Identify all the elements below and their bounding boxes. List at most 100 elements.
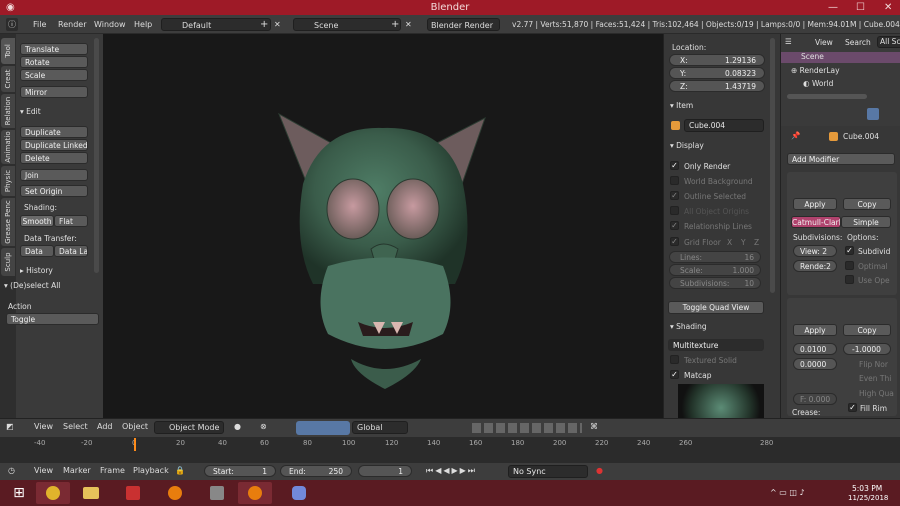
textured-solid-checkbox[interactable]: [670, 355, 679, 364]
solidify-zero-field[interactable]: 0.0000: [793, 358, 837, 370]
menu-render[interactable]: Render: [58, 18, 86, 31]
discord-icon[interactable]: [282, 482, 316, 504]
remove-screen-icon[interactable]: ✕: [274, 18, 281, 31]
translate-button[interactable]: Translate: [20, 43, 88, 55]
editor-type-3d-icon[interactable]: ◩: [6, 422, 14, 431]
render-engine-select[interactable]: Blender Render: [427, 18, 500, 31]
operator-panel-header[interactable]: ▾ (De)select All: [4, 281, 60, 290]
add-modifier-select[interactable]: Add Modifier: [787, 153, 895, 165]
grid-axis-x[interactable]: X: [727, 238, 732, 247]
action-select[interactable]: Toggle: [6, 313, 99, 325]
close-button[interactable]: ✕: [884, 0, 892, 15]
game-app-icon[interactable]: [200, 482, 234, 504]
layer-buttons[interactable]: [472, 423, 582, 433]
start-button[interactable]: ⊞: [2, 482, 36, 504]
grid-lines-field[interactable]: Lines: 16: [669, 251, 761, 263]
timeline-editor-icon[interactable]: ◷: [8, 466, 15, 475]
display-panel-header[interactable]: ▾ Display: [670, 141, 704, 150]
history-panel-header[interactable]: ▸ History: [20, 266, 53, 275]
lock-icon[interactable]: 🔒: [175, 466, 185, 475]
edit-panel-header[interactable]: ▾ Edit: [20, 107, 41, 116]
manipulator-buttons[interactable]: [296, 421, 350, 435]
3d-viewport[interactable]: [103, 34, 663, 418]
fill-rim-checkbox[interactable]: ✓: [848, 403, 857, 412]
copy-subsurf-button[interactable]: Copy: [843, 198, 891, 210]
optimal-display-checkbox[interactable]: [845, 261, 854, 270]
solidify-factor-field[interactable]: F: 0.000: [793, 393, 837, 405]
grid-axis-z[interactable]: Z: [754, 238, 759, 247]
timeline[interactable]: -40 -20 0 20 40 60 80 100 120 140 160 18…: [0, 437, 900, 463]
copy-solidify-button[interactable]: Copy: [843, 324, 891, 336]
outliner-view-menu[interactable]: View: [815, 38, 833, 47]
tab-create[interactable]: Creat: [1, 66, 15, 92]
mirror-button[interactable]: Mirror: [20, 86, 88, 98]
subdivide-uvs-checkbox[interactable]: ✓: [845, 246, 854, 255]
app-icon[interactable]: [116, 482, 150, 504]
all-object-origins-checkbox[interactable]: [670, 206, 679, 215]
data-layout-button[interactable]: Data La: [54, 245, 88, 257]
playback-menu[interactable]: Playback: [133, 466, 169, 475]
outliner-search-menu[interactable]: Search: [845, 38, 871, 47]
current-frame-field[interactable]: 1: [358, 465, 412, 477]
scale-button[interactable]: Scale: [20, 69, 88, 81]
location-z-field[interactable]: Z: 1.43719: [669, 80, 765, 92]
object-menu[interactable]: Object: [122, 422, 148, 431]
orientation-select[interactable]: Global: [352, 421, 408, 434]
matcap-checkbox[interactable]: ✓: [670, 370, 679, 379]
outliner-editor-icon[interactable]: ☰: [785, 37, 792, 46]
maximize-button[interactable]: ☐: [856, 0, 865, 15]
editor-type-icon[interactable]: ⓘ: [6, 18, 18, 31]
tab-physics[interactable]: Physic: [1, 166, 15, 196]
subsurf-render-levels[interactable]: Rende:2: [793, 260, 837, 272]
view-menu[interactable]: View: [34, 422, 53, 431]
menu-help[interactable]: Help: [134, 18, 152, 31]
subsurf-view-levels[interactable]: View: 2: [793, 245, 837, 257]
grid-axis-y[interactable]: Y: [741, 238, 746, 247]
modifier-wrench-icon[interactable]: [867, 108, 879, 120]
blender-active-icon[interactable]: [238, 482, 272, 504]
mode-select[interactable]: Object Mode: [154, 421, 224, 434]
shading-mode-select[interactable]: Multitexture: [668, 339, 764, 351]
record-icon[interactable]: ●: [596, 466, 603, 475]
matcap-preview[interactable]: [678, 384, 764, 418]
npanel-scrollbar[interactable]: [770, 38, 775, 293]
shading-sphere-icon[interactable]: ●: [234, 422, 241, 431]
tab-grease-pencil[interactable]: Grease Penc: [1, 198, 15, 246]
outliner-scrollbar[interactable]: [787, 94, 867, 99]
delete-button[interactable]: Delete: [20, 152, 88, 164]
system-tray-icons[interactable]: ^ ▭ ◫ ♪: [770, 488, 805, 497]
properties-context-tabs[interactable]: [781, 102, 900, 126]
tab-tool[interactable]: Tool: [1, 38, 15, 64]
marker-menu[interactable]: Marker: [63, 466, 91, 475]
rotate-button[interactable]: Rotate: [20, 56, 88, 68]
screen-layout-select[interactable]: Default: [161, 18, 271, 31]
file-explorer-icon[interactable]: [74, 482, 108, 504]
solidify-offset-field[interactable]: 0.0100: [793, 343, 837, 355]
catmull-clark-button[interactable]: Catmull-Clark: [791, 216, 841, 228]
select-menu[interactable]: Select: [63, 422, 88, 431]
data-transfer-button[interactable]: Data: [20, 245, 54, 257]
minimize-button[interactable]: —: [828, 0, 838, 15]
item-panel-header[interactable]: ▾ Item: [670, 101, 693, 110]
playback-controls[interactable]: ⏮◀◀▶▶⏭: [426, 466, 477, 476]
menu-window[interactable]: Window: [94, 18, 126, 31]
end-frame-field[interactable]: End: 250: [280, 465, 352, 477]
simple-button[interactable]: Simple: [841, 216, 891, 228]
shading-panel-header[interactable]: ▾ Shading: [670, 322, 707, 331]
duplicate-button[interactable]: Duplicate: [20, 126, 88, 138]
use-opensubdiv-checkbox[interactable]: [845, 275, 854, 284]
add-scene-icon[interactable]: +: [391, 18, 399, 31]
set-origin-select[interactable]: Set Origin: [20, 185, 88, 197]
menu-file[interactable]: File: [33, 18, 46, 31]
apply-subsurf-button[interactable]: Apply: [793, 198, 837, 210]
outliner-item-world[interactable]: ◐ World: [803, 79, 833, 88]
world-background-checkbox[interactable]: [670, 176, 679, 185]
grid-scale-field[interactable]: Scale: 1.000: [669, 264, 761, 276]
outline-selected-checkbox[interactable]: ✓: [670, 191, 679, 200]
outliner-item-scene[interactable]: Scene: [781, 52, 900, 63]
grid-subdivisions-field[interactable]: Subdivisions: 10: [669, 277, 761, 289]
toggle-quad-view-button[interactable]: Toggle Quad View: [668, 301, 764, 314]
relationship-lines-checkbox[interactable]: ✓: [670, 221, 679, 230]
pivot-icon[interactable]: ⊗: [260, 422, 267, 431]
only-render-checkbox[interactable]: ✓: [670, 161, 679, 170]
